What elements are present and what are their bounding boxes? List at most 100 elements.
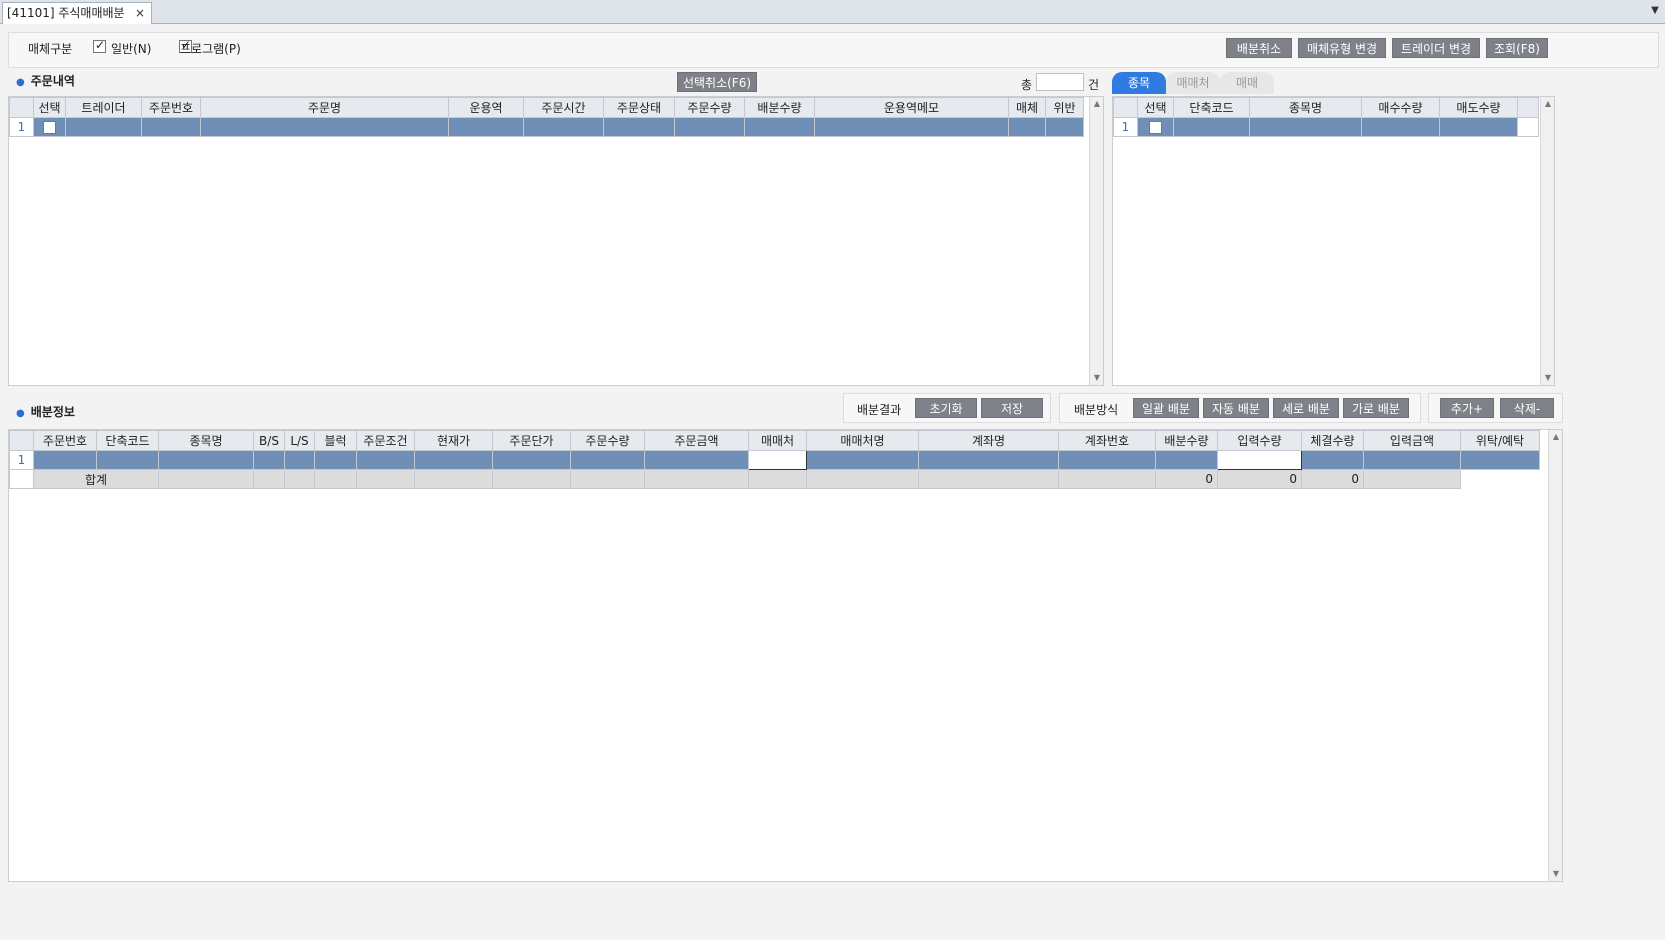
close-icon[interactable]: × — [135, 3, 145, 23]
grid-cell[interactable] — [414, 450, 493, 470]
grid-cell[interactable] — [200, 117, 449, 137]
column-header[interactable]: 주문조건 — [356, 430, 415, 451]
save-button[interactable]: 저장 — [981, 398, 1043, 418]
reset-button[interactable]: 초기화 — [915, 398, 977, 418]
column-header[interactable]: 운용역 — [448, 97, 524, 118]
grid-cell[interactable] — [1301, 450, 1364, 470]
column-header[interactable]: 주문단가 — [492, 430, 571, 451]
column-header[interactable]: 현재가 — [414, 430, 493, 451]
delete-row-button[interactable]: 삭제- — [1500, 398, 1554, 418]
column-header[interactable]: 위반 — [1045, 97, 1084, 118]
grid-cell[interactable] — [141, 117, 201, 137]
vertical-scrollbar[interactable]: ▲ ▼ — [1548, 430, 1562, 881]
grid-cell[interactable] — [806, 450, 919, 470]
grid-cell[interactable] — [570, 450, 645, 470]
search-button[interactable]: 조회(F8) — [1486, 38, 1548, 58]
column-header[interactable]: 운용역메모 — [814, 97, 1009, 118]
scroll-down-icon[interactable]: ▼ — [1090, 371, 1104, 385]
grid-cell[interactable] — [918, 450, 1059, 470]
auto-allocate-button[interactable]: 자동 배분 — [1203, 398, 1269, 418]
column-header[interactable]: 입력수량 — [1217, 430, 1302, 451]
column-header[interactable]: 트레이더 — [65, 97, 142, 118]
column-header[interactable]: 선택 — [33, 97, 66, 118]
table-row[interactable]: 1 — [1113, 117, 1539, 137]
grid-cell[interactable] — [33, 450, 97, 470]
grid-cell[interactable] — [253, 450, 285, 470]
column-header[interactable]: 종목명 — [158, 430, 254, 451]
grid-cell[interactable] — [1361, 117, 1440, 137]
grid-cell[interactable] — [1045, 117, 1084, 137]
grid-cell[interactable] — [1460, 450, 1540, 470]
table-row[interactable]: 1 — [9, 450, 1540, 470]
grid-cell[interactable] — [1058, 450, 1156, 470]
row-checkbox[interactable] — [1149, 120, 1162, 134]
document-tab[interactable]: [41101] 주식매매배분 × — [2, 2, 152, 24]
grid-cell[interactable] — [1363, 450, 1461, 470]
column-header[interactable]: 블럭 — [314, 430, 357, 451]
grid-cell[interactable] — [65, 117, 142, 137]
column-header[interactable]: 종목명 — [1249, 97, 1362, 118]
column-header[interactable]: 배분수량 — [1155, 430, 1218, 451]
column-header[interactable]: 주문시간 — [523, 97, 604, 118]
grid-cell[interactable] — [744, 117, 815, 137]
horizontal-allocate-button[interactable]: 가로 배분 — [1343, 398, 1409, 418]
tab-broker[interactable]: 매매처 — [1166, 72, 1220, 94]
scroll-down-icon[interactable]: ▼ — [1549, 867, 1563, 881]
broker-input-cell[interactable] — [748, 450, 807, 470]
column-header[interactable]: 매수수량 — [1361, 97, 1440, 118]
column-header[interactable]: L/S — [284, 430, 315, 451]
column-header[interactable]: 주문금액 — [644, 430, 749, 451]
grid-cell[interactable] — [814, 117, 1009, 137]
grid-cell[interactable] — [1439, 117, 1518, 137]
grid-cell[interactable] — [674, 117, 745, 137]
column-header[interactable]: 단축코드 — [1173, 97, 1250, 118]
column-header[interactable]: B/S — [253, 430, 285, 451]
chevron-down-icon[interactable]: ▼ — [1648, 2, 1662, 20]
grid-cell[interactable] — [356, 450, 415, 470]
change-trader-button[interactable]: 트레이더 변경 — [1392, 38, 1480, 58]
grid-cell[interactable] — [448, 117, 524, 137]
grid-cell[interactable] — [1249, 117, 1362, 137]
change-media-type-button[interactable]: 매체유형 변경 — [1298, 38, 1386, 58]
column-header[interactable]: 선택 — [1137, 97, 1174, 118]
column-header[interactable]: 주문번호 — [33, 430, 97, 451]
column-header[interactable]: 매매처 — [748, 430, 807, 451]
grid-cell[interactable] — [284, 450, 315, 470]
column-header[interactable]: 배분수량 — [744, 97, 815, 118]
column-header[interactable]: 주문명 — [200, 97, 449, 118]
grid-cell[interactable] — [492, 450, 571, 470]
column-header[interactable]: 매매처명 — [806, 430, 919, 451]
grid-cell[interactable] — [603, 117, 675, 137]
select-cell[interactable] — [1137, 117, 1174, 137]
grid-cell[interactable] — [314, 450, 357, 470]
column-header[interactable]: 위탁/예탁 — [1460, 430, 1540, 451]
tab-symbol[interactable]: 종목 — [1112, 72, 1166, 94]
row-checkbox[interactable] — [43, 120, 56, 134]
tab-trade[interactable]: 매매 — [1220, 72, 1274, 94]
add-row-button[interactable]: 추가+ — [1440, 398, 1494, 418]
general-checkbox[interactable] — [93, 38, 106, 53]
column-header[interactable]: 주문상태 — [603, 97, 675, 118]
select-cell[interactable] — [33, 117, 66, 137]
grid-cell[interactable] — [644, 450, 749, 470]
column-header[interactable]: 계좌명 — [918, 430, 1059, 451]
grid-cell[interactable] — [1173, 117, 1250, 137]
grid-cell[interactable] — [1008, 117, 1046, 137]
column-header[interactable]: 계좌번호 — [1058, 430, 1156, 451]
scroll-down-icon[interactable]: ▼ — [1541, 371, 1555, 385]
bulk-allocate-button[interactable]: 일괄 배분 — [1133, 398, 1199, 418]
cancel-allocation-button[interactable]: 배분취소 — [1226, 38, 1292, 58]
grid-cell[interactable] — [1155, 450, 1218, 470]
table-row[interactable]: 1 — [9, 117, 1084, 137]
column-header[interactable]: 매도수량 — [1439, 97, 1518, 118]
column-header[interactable]: 체결수량 — [1301, 430, 1364, 451]
column-header[interactable]: 입력금액 — [1363, 430, 1461, 451]
input-qty-cell[interactable] — [1217, 450, 1302, 470]
column-header[interactable]: 매체 — [1008, 97, 1046, 118]
deselect-button[interactable]: 선택취소(F6) — [677, 72, 757, 92]
column-header[interactable]: 주문번호 — [141, 97, 201, 118]
grid-cell[interactable] — [523, 117, 604, 137]
column-header[interactable]: 주문수량 — [570, 430, 645, 451]
vertical-scrollbar[interactable]: ▲ ▼ — [1540, 97, 1554, 385]
scroll-up-icon[interactable]: ▲ — [1549, 430, 1563, 444]
